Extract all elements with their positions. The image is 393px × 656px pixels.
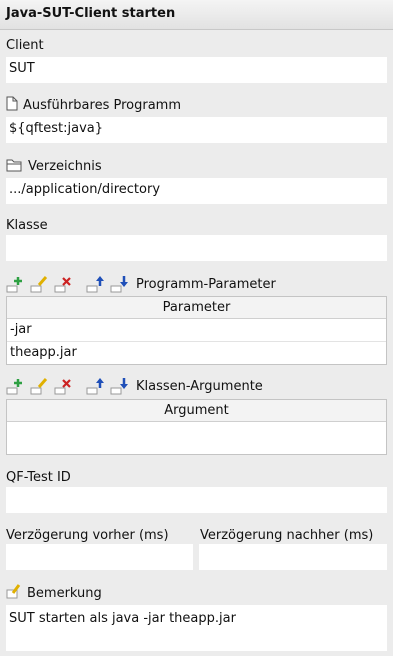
delay-after-label: Verzögerung nachher (ms) [200, 528, 374, 543]
qftest-id-field[interactable] [6, 487, 387, 513]
comment-field[interactable]: SUT starten als java -jar theapp.jar [6, 605, 387, 651]
directory-label: Verzeichnis [28, 159, 102, 174]
comment-label: Bemerkung [27, 586, 102, 601]
delay-after-field[interactable] [199, 544, 387, 570]
move-up-icon[interactable] [86, 275, 106, 293]
add-icon[interactable] [6, 377, 26, 395]
client-field[interactable]: SUT [6, 57, 387, 83]
qftest-id-label: QF-Test ID [6, 470, 71, 485]
folder-icon [6, 158, 23, 176]
delete-icon[interactable] [54, 275, 74, 293]
panel-title: Java-SUT-Client starten [0, 0, 393, 30]
add-icon[interactable] [6, 275, 26, 293]
klasse-field[interactable] [6, 235, 387, 261]
table-row[interactable]: theapp.jar [7, 342, 386, 364]
note-icon [6, 584, 22, 603]
program-label-row: Ausführbares Programm [6, 96, 181, 115]
directory-field[interactable]: .../application/directory [6, 178, 387, 204]
program-params-toolbar: Programm-Parameter [6, 274, 276, 294]
edit-icon[interactable] [30, 275, 50, 293]
client-label: Client [6, 38, 44, 53]
program-label: Ausführbares Programm [23, 98, 181, 113]
class-args-toolbar: Klassen-Argumente [6, 376, 263, 396]
parameter-column-header[interactable]: Parameter [7, 297, 386, 319]
delete-icon[interactable] [54, 377, 74, 395]
delay-before-field[interactable] [6, 544, 193, 570]
move-down-icon[interactable] [110, 377, 130, 395]
edit-icon[interactable] [30, 377, 50, 395]
klasse-label: Klasse [6, 218, 48, 233]
move-down-icon[interactable] [110, 275, 130, 293]
delay-before-label: Verzögerung vorher (ms) [6, 528, 169, 543]
class-args-label: Klassen-Argumente [136, 378, 263, 394]
comment-label-row: Bemerkung [6, 584, 102, 603]
program-field[interactable]: ${qftest:java} [6, 117, 387, 143]
directory-label-row: Verzeichnis [6, 158, 102, 176]
move-up-icon[interactable] [86, 377, 106, 395]
argument-column-header[interactable]: Argument [7, 400, 386, 422]
program-params-table: Parameter -jar theapp.jar [6, 296, 387, 365]
class-args-table[interactable]: Argument [6, 399, 387, 455]
file-icon [6, 96, 18, 115]
table-row[interactable]: -jar [7, 319, 386, 342]
program-params-label: Programm-Parameter [136, 276, 276, 292]
